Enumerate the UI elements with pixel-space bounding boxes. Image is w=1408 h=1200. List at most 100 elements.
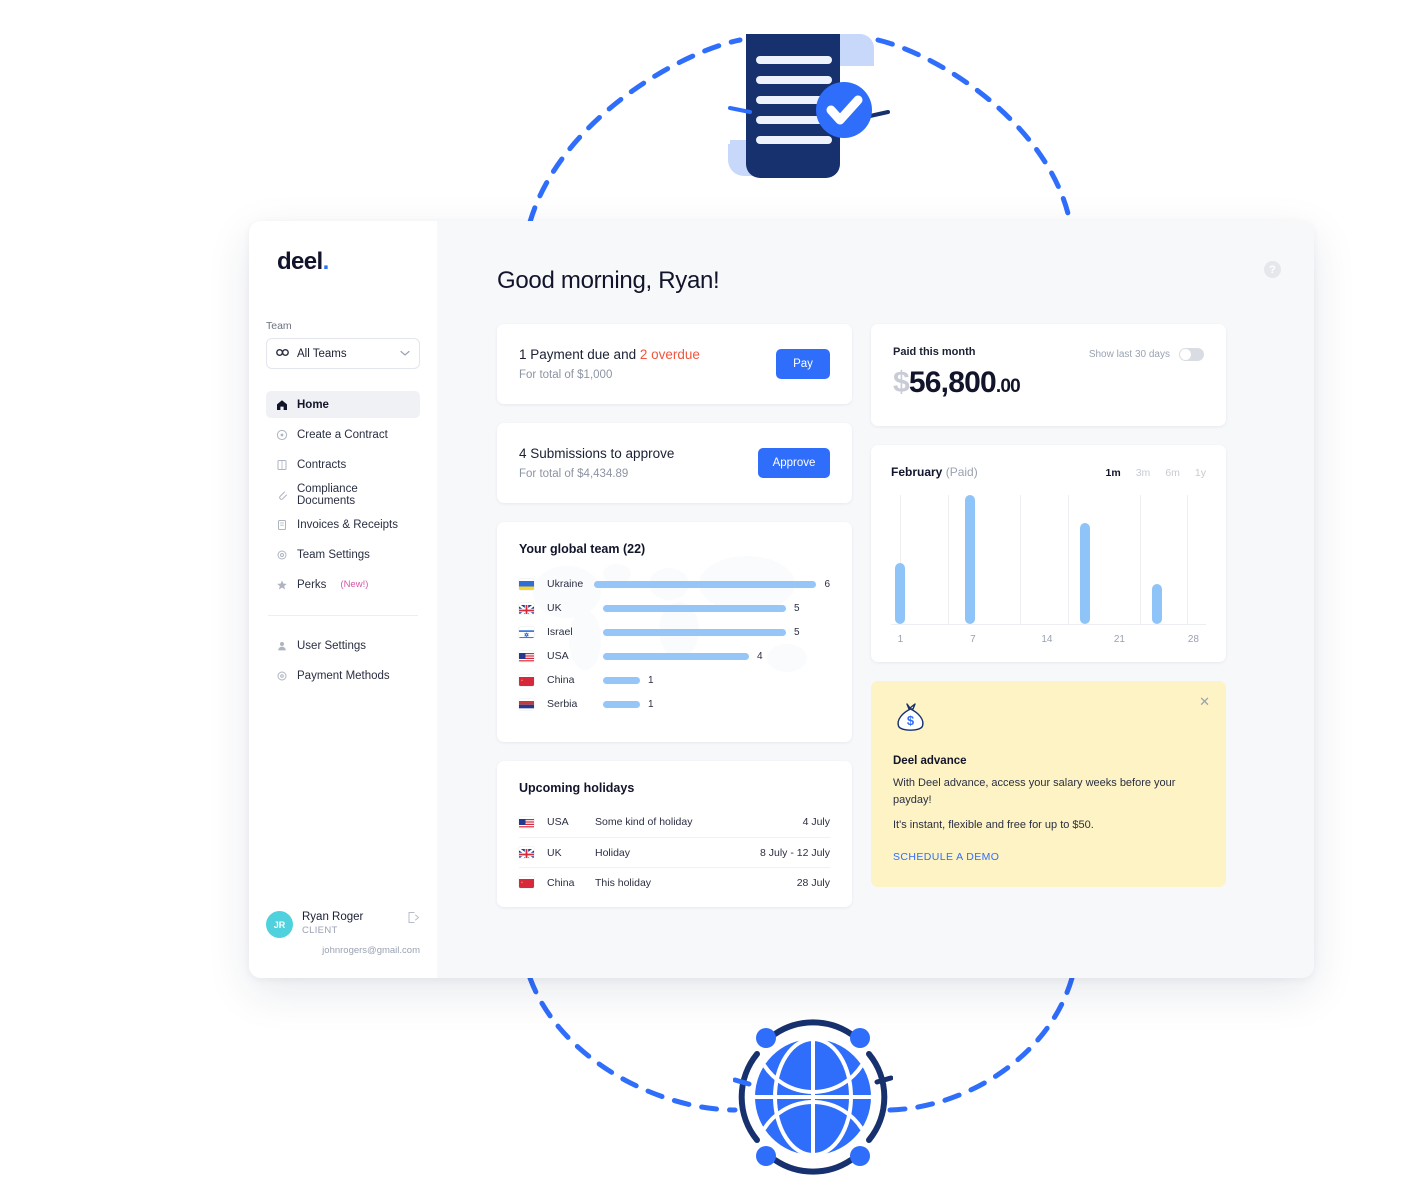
chevron-down-icon [400,348,410,360]
team-bar [594,580,817,588]
sidebar-item-label: Payment Methods [297,669,390,682]
money-bag-icon: $ [893,703,929,739]
global-team-title: Your global team (22) [519,542,646,556]
team-row: Israel 5 [519,620,830,644]
team-bar [603,700,640,708]
team-country: Ukraine [547,578,584,590]
gridline [1020,495,1022,624]
schedule-a-demo-link[interactable]: SCHEDULE A DEMO [893,851,999,863]
team-value: 6 [824,578,830,590]
pay-button[interactable]: Pay [776,349,830,379]
chart-title: February (Paid) [891,465,978,479]
holiday-row: China This holiday 28 July [519,867,830,897]
toggle-knob [1180,349,1191,360]
page-root: deel. Team All Teams Home Create a Contr… [0,0,1408,1200]
approve-button[interactable]: Approve [758,448,830,478]
show-last-30-days-row[interactable]: Show last 30 days [1089,348,1204,361]
holiday-date: 28 July [796,876,830,889]
main-content: Good morning, Ryan! ? 1 Payment due and … [437,221,1314,978]
sidebar-item-label: Perks [297,578,327,591]
sidebar-item-label: Invoices & Receipts [297,518,398,531]
flag-ua-icon [519,579,534,590]
paid-amount: $56,800.00 [893,366,1204,400]
payment-due-subtitle: For total of $1,000 [519,369,613,381]
flag-cn-icon [519,877,534,888]
team-country: China [547,674,575,686]
svg-text:$: $ [907,713,915,728]
toggle-label: Show last 30 days [1088,349,1170,360]
gridline [1068,495,1070,624]
page-title: Good morning, Ryan! [497,267,720,294]
chart-subtitle: (Paid) [945,465,978,479]
holiday-date: 8 July - 12 July [759,846,830,859]
flag-il-icon [519,627,534,638]
chart-x-axis: 1 7 14 21 28 [891,634,1206,648]
globe-illustration [733,1019,893,1175]
team-country: Serbia [547,698,578,710]
right-column: Paid this month $56,800.00 Show last 30 … [871,324,1226,907]
team-value: 1 [648,674,654,686]
chart-range-selector: 1m 3m 6m 1y [1106,467,1206,479]
user-profile: JR Ryan Roger CLIENT johnrogers@gmail.co… [249,911,437,956]
logo-text: deel [277,248,323,275]
close-icon[interactable]: ✕ [1199,695,1210,708]
gridline [948,495,950,624]
sidebar-item-team-settings[interactable]: Team Settings [266,541,420,568]
perks-new-badge: (New!) [340,579,369,590]
sidebar-item-user-settings[interactable]: User Settings [266,632,420,659]
chart-bar [1080,523,1090,624]
sidebar-nav: Home Create a Contract Contracts Complia… [249,391,437,692]
sidebar-item-contracts[interactable]: Contracts [266,451,420,478]
gridline [1187,495,1189,624]
amount-cents: .00 [995,376,1021,397]
flag-uk-icon [519,603,534,614]
currency-symbol: $ [893,366,910,399]
global-team-rows: Ukraine 6 UK 5 Israel 5 USA 4 China 1 Se… [519,572,830,716]
promo-line2: It's instant, flexible and free for up t… [893,819,1094,832]
range-3m[interactable]: 3m [1136,467,1151,479]
range-6m[interactable]: 6m [1165,467,1180,479]
payment-due-card: 1 Payment due and 2 overdue For total of… [497,324,852,404]
holiday-date: 4 July [802,816,830,828]
global-team-card: Your global team (22) Ukraine 6 UK 5 Isr… [497,522,852,742]
submissions-card: 4 Submissions to approve For total of $4… [497,423,852,503]
sidebar-item-home[interactable]: Home [266,391,420,418]
holiday-country: USA [547,816,569,828]
team-label: Team [266,320,292,332]
team-row: USA 4 [519,644,830,668]
range-1y[interactable]: 1y [1195,467,1206,479]
left-column: 1 Payment due and 2 overdue For total of… [497,324,852,907]
gear-icon [275,548,288,561]
promo-title: Deel advance [893,755,967,767]
team-bar [603,652,749,660]
x-tick: 1 [897,634,904,645]
upcoming-holidays-card: Upcoming holidays USA Some kind of holid… [497,761,852,907]
team-row: Serbia 1 [519,692,830,716]
paperclip-icon [275,488,288,501]
team-select[interactable]: All Teams [266,338,420,369]
sidebar-item-payment-methods[interactable]: Payment Methods [266,662,420,689]
sidebar-divider [268,615,418,616]
team-country: Israel [547,626,573,638]
range-1m[interactable]: 1m [1106,467,1121,479]
dashboard-columns: 1 Payment due and 2 overdue For total of… [497,324,1280,907]
payment-overdue-count: 2 overdue [639,347,700,362]
sidebar-item-compliance-documents[interactable]: Compliance Documents [266,481,420,508]
help-icon[interactable]: ? [1264,261,1281,278]
flag-us-icon [519,817,534,828]
user-role: CLIENT [302,925,338,936]
team-country: USA [547,650,569,662]
flag-uk-icon [519,847,534,858]
holiday-country: UK [547,846,562,859]
app-window: deel. Team All Teams Home Create a Contr… [249,221,1314,978]
logout-icon[interactable] [407,911,420,929]
sidebar-item-label: Home [297,398,329,411]
sidebar-item-invoices-receipts[interactable]: Invoices & Receipts [266,511,420,538]
deel-logo[interactable]: deel. [277,248,437,276]
show-last-30-days-toggle[interactable] [1179,348,1204,361]
amount-whole: 56,800 [908,366,997,399]
sidebar-item-create-a-contract[interactable]: Create a Contract [266,421,420,448]
sidebar-item-perks[interactable]: Perks (New!) [266,571,420,598]
sidebar-item-label: Create a Contract [297,428,388,441]
sidebar: deel. Team All Teams Home Create a Contr… [249,221,437,978]
